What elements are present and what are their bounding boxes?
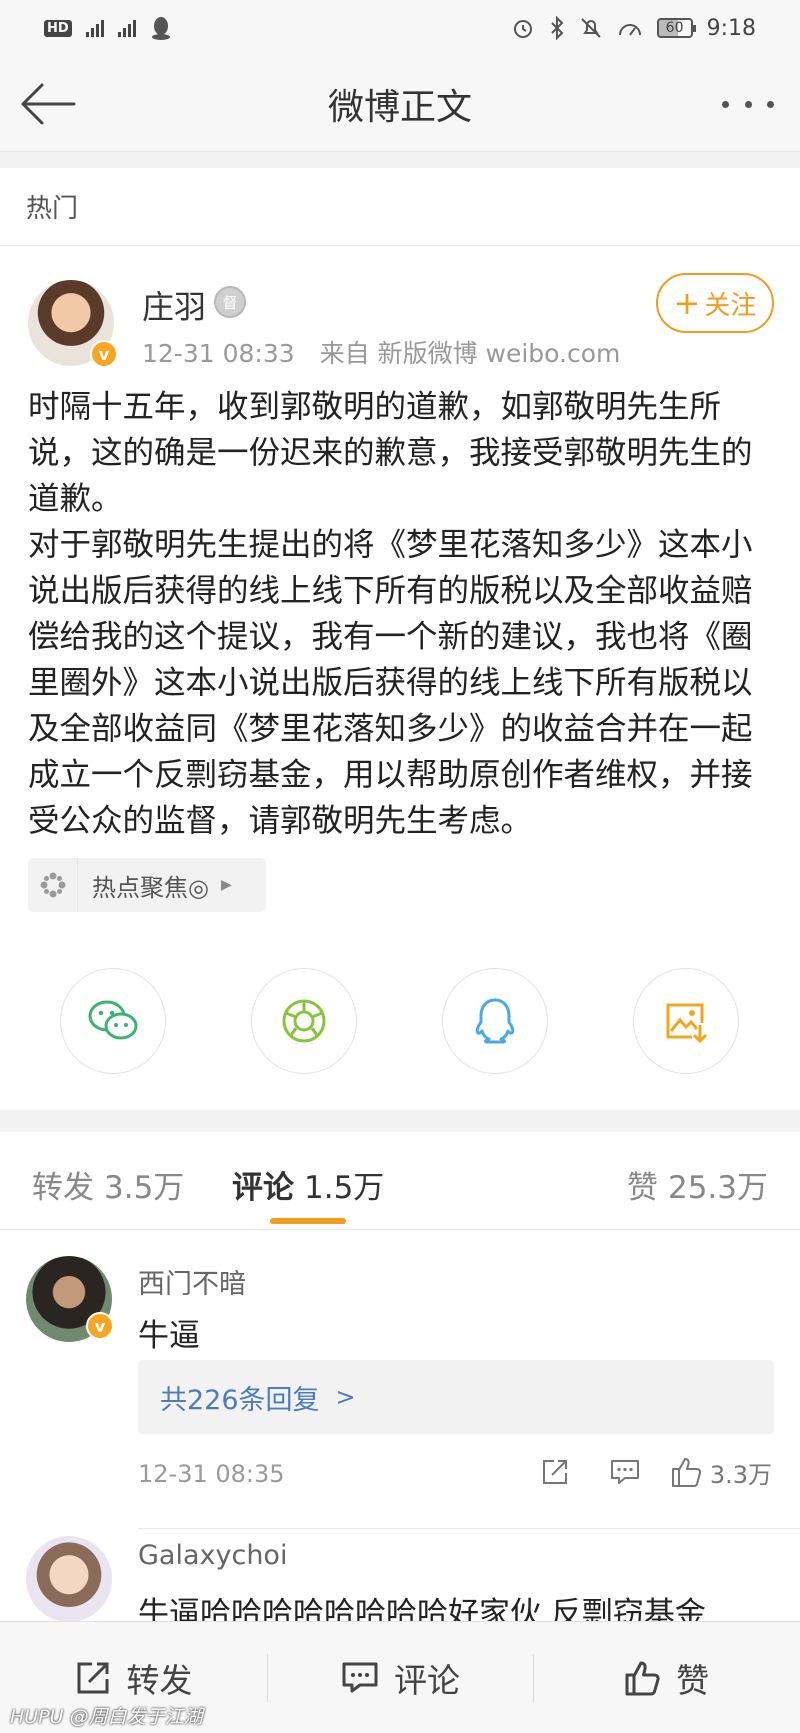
moments-icon bbox=[282, 999, 326, 1043]
status-left: HD bbox=[44, 16, 172, 40]
active-tab-indicator bbox=[270, 1218, 346, 1224]
tab-count: 1.5万 bbox=[304, 1170, 385, 1206]
more-dot-icon bbox=[767, 100, 774, 108]
plus-icon: + bbox=[673, 284, 701, 322]
topic-tag[interactable]: 热点聚焦◎ ▶ bbox=[28, 858, 266, 912]
commenter-avatar[interactable]: v bbox=[26, 1256, 114, 1342]
alarm-icon bbox=[513, 20, 532, 38]
speed-icon bbox=[618, 24, 641, 36]
status-bar: HD 60 9:18 bbox=[0, 0, 800, 56]
comment-text: 牛逼哈哈哈哈哈哈哈哈好家伙 反剽窃基金 bbox=[138, 1596, 706, 1621]
wechat-icon bbox=[88, 1000, 138, 1040]
comment-button[interactable]: 评论 bbox=[266, 1648, 534, 1708]
comment-label: 评论 bbox=[394, 1660, 460, 1700]
section-gap bbox=[0, 1110, 800, 1132]
comment-item: Galaxychoi 牛逼哈哈哈哈哈哈哈哈好家伙 反剽窃基金 bbox=[0, 1536, 800, 1621]
replies-link[interactable]: 共226条回复 > bbox=[138, 1360, 774, 1434]
comment-icon bbox=[610, 1460, 639, 1484]
comment-icon bbox=[342, 1662, 378, 1692]
back-button[interactable] bbox=[18, 78, 78, 130]
commenter-avatar[interactable] bbox=[26, 1536, 112, 1621]
tab-count: 25.3万 bbox=[667, 1170, 768, 1206]
mute-icon bbox=[580, 18, 601, 38]
author-name[interactable]: 庄羽 bbox=[142, 282, 206, 328]
like-count: 3.3万 bbox=[709, 1460, 772, 1489]
section-gap bbox=[0, 152, 800, 168]
post-paragraph: 对于郭敬明先生提出的将《梦里花落知多少》这本小说出版后获得的线上线下所有的版税以… bbox=[28, 527, 753, 839]
tab-count: 3.5万 bbox=[104, 1170, 185, 1206]
battery-icon: 60 bbox=[656, 18, 696, 38]
comment-time: 12-31 08:35 bbox=[138, 1460, 285, 1488]
like-button[interactable]: 赞 bbox=[533, 1648, 800, 1708]
more-dot-icon bbox=[744, 100, 752, 108]
signal-2g-icon bbox=[85, 19, 104, 37]
page-title: 微博正文 bbox=[327, 86, 472, 128]
comment-actions: 3.3万 bbox=[520, 1448, 772, 1496]
verified-badge-icon: v bbox=[90, 340, 118, 368]
save-image-icon bbox=[666, 1003, 708, 1044]
follow-button[interactable]: + 关注 bbox=[656, 273, 774, 333]
back-arrow-icon bbox=[21, 83, 76, 125]
tab-repost[interactable]: 转发 3.5万 bbox=[32, 1162, 184, 1207]
play-arrow-icon: ▶ bbox=[220, 877, 232, 893]
commenter-name[interactable]: 西门不暗 bbox=[138, 1262, 246, 1301]
signal-4g-icon bbox=[117, 19, 136, 37]
status-right: 60 9:18 bbox=[511, 16, 756, 41]
qq-notification-icon bbox=[151, 17, 170, 40]
nav-bar: 微博正文 bbox=[0, 56, 800, 152]
post-body: 时隔十五年，收到郭敬明的道歉，如郭敬明先生所说，这的确是一份迟来的歉意，我接受郭… bbox=[28, 384, 776, 844]
tab-comments[interactable]: 评论 1.5万 bbox=[232, 1162, 384, 1207]
author-avatar[interactable]: v bbox=[28, 280, 118, 368]
tab-label: 赞 bbox=[626, 1170, 658, 1206]
interaction-tabs: 转发 3.5万 评论 1.5万 赞 25.3万 bbox=[0, 1132, 800, 1230]
topic-label: 热点聚焦◎ bbox=[92, 873, 209, 902]
save-image-button[interactable] bbox=[633, 968, 739, 1074]
section-hot-label: 热门 bbox=[0, 168, 800, 246]
clock: 9:18 bbox=[706, 15, 756, 41]
comment-like-button[interactable]: 3.3万 bbox=[670, 1455, 772, 1490]
qq-icon bbox=[475, 998, 515, 1044]
share-row bbox=[0, 968, 800, 1076]
tab-label: 评论 bbox=[232, 1170, 294, 1206]
commenter-name[interactable]: Galaxychoi bbox=[138, 1540, 287, 1571]
more-button[interactable] bbox=[716, 86, 780, 122]
repost-label: 转发 bbox=[126, 1660, 193, 1700]
share-moments-button[interactable] bbox=[251, 968, 357, 1074]
repost-icon bbox=[77, 1662, 109, 1693]
tab-label: 转发 bbox=[32, 1170, 94, 1206]
comment-item: v 西门不暗 牛逼 共226条回复 > 12-31 08:35 3.3万 bbox=[0, 1256, 800, 1532]
repost-icon bbox=[542, 1460, 567, 1484]
watermark: HUPU @周白发于江湖 bbox=[10, 1706, 203, 1728]
comment-text: 牛逼 bbox=[138, 1318, 200, 1354]
like-label: 赞 bbox=[676, 1660, 710, 1700]
medal-icon[interactable]: 督 bbox=[214, 286, 246, 318]
thumbs-up-icon bbox=[625, 1661, 660, 1695]
more-dot-icon bbox=[722, 100, 729, 108]
post-header: v 庄羽 督 12-31 08:33 来自 新版微博 weibo.com + 关… bbox=[0, 270, 800, 370]
post-paragraph: 时隔十五年，收到郭敬明的道歉，如郭敬明先生所说，这的确是一份迟来的歉意，我接受郭… bbox=[28, 389, 753, 517]
repost-button[interactable]: 转发 bbox=[0, 1648, 267, 1708]
hd-badge: HD bbox=[44, 19, 72, 37]
chevron-right-icon: > bbox=[335, 1383, 356, 1411]
share-qq-button[interactable] bbox=[442, 968, 548, 1074]
tab-likes[interactable]: 赞 25.3万 bbox=[627, 1162, 768, 1207]
follow-label: 关注 bbox=[704, 290, 757, 321]
comment-reply-button[interactable] bbox=[590, 1448, 660, 1496]
verified-badge-icon: v bbox=[86, 1312, 114, 1340]
replies-count: 共226条回复 bbox=[160, 1384, 320, 1416]
pinwheel-icon bbox=[28, 858, 78, 912]
bluetooth-icon bbox=[550, 16, 564, 40]
share-wechat-button[interactable] bbox=[60, 968, 166, 1074]
post-meta: 12-31 08:33 来自 新版微博 weibo.com bbox=[142, 339, 621, 368]
comment-repost-button[interactable] bbox=[520, 1448, 590, 1496]
thumbs-up-icon bbox=[671, 1458, 701, 1487]
divider bbox=[138, 1528, 800, 1529]
